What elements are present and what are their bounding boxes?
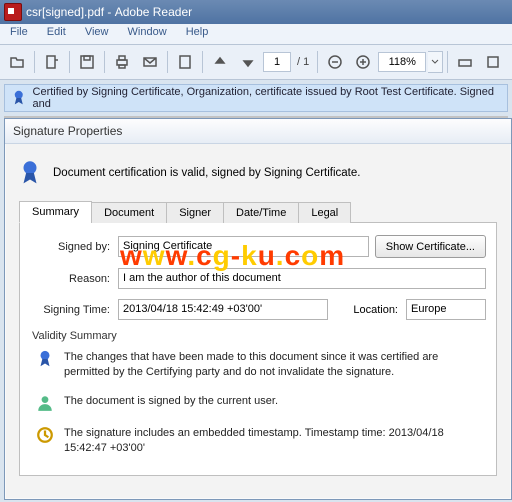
tab-document[interactable]: Document: [91, 202, 167, 223]
tab-signer[interactable]: Signer: [166, 202, 224, 223]
location-field[interactable]: Europe: [406, 299, 486, 320]
menu-edit[interactable]: Edit: [39, 24, 74, 40]
toolbar-separator: [202, 51, 203, 73]
validity-item: The document is signed by the current us…: [36, 394, 486, 412]
user-icon: [36, 394, 54, 412]
page-up-icon[interactable]: [207, 49, 233, 75]
certification-bar: Certified by Signing Certificate, Organi…: [4, 84, 508, 112]
validity-item-text: The signature includes an embedded times…: [64, 426, 486, 456]
titlebar: csr[signed].pdf - Adobe Reader: [0, 0, 512, 24]
title-document: csr[signed].pdf: [26, 5, 104, 19]
validity-item-text: The document is signed by the current us…: [64, 394, 278, 409]
signing-time-label: Signing Time:: [30, 304, 110, 316]
certification-text: Certified by Signing Certificate, Organi…: [33, 86, 501, 110]
tab-panel-summary: Signed by: Signing Certificate Show Cert…: [19, 223, 497, 476]
validity-item-text: The changes that have been made to this …: [64, 350, 486, 380]
mail-icon[interactable]: [137, 49, 163, 75]
title-app: Adobe Reader: [115, 5, 192, 19]
reason-field[interactable]: I am the author of this document: [118, 268, 486, 289]
menu-view[interactable]: View: [77, 24, 117, 40]
menu-help[interactable]: Help: [178, 24, 217, 40]
signed-by-label: Signed by:: [30, 241, 110, 253]
tab-summary[interactable]: Summary: [19, 201, 92, 223]
toolbar: 1 / 1 118%: [0, 45, 512, 80]
save-icon[interactable]: [74, 49, 100, 75]
tab-datetime[interactable]: Date/Time: [223, 202, 299, 223]
menu-window[interactable]: Window: [120, 24, 175, 40]
location-label: Location:: [338, 304, 398, 316]
signed-by-field[interactable]: Signing Certificate: [118, 236, 369, 257]
clock-icon: [36, 426, 54, 444]
page-thumbnails-icon[interactable]: [172, 49, 198, 75]
zoom-in-icon[interactable]: [350, 49, 376, 75]
validity-summary-title: Validity Summary: [32, 330, 486, 342]
zoom-dropdown-icon[interactable]: [428, 51, 443, 73]
toolbar-separator: [69, 51, 70, 73]
menubar: File Edit View Window Help: [0, 24, 512, 45]
tab-legal[interactable]: Legal: [298, 202, 351, 223]
page-number-input[interactable]: 1: [263, 52, 291, 72]
menu-file[interactable]: File: [2, 24, 36, 40]
reason-label: Reason:: [30, 273, 110, 285]
export-pdf-icon[interactable]: [39, 49, 65, 75]
tabs: Summary Document Signer Date/Time Legal: [19, 200, 497, 223]
toolbar-separator: [34, 51, 35, 73]
signing-time-field[interactable]: 2013/04/18 15:42:49 +03'00': [118, 299, 328, 320]
validity-item: The signature includes an embedded times…: [36, 426, 486, 456]
page-down-icon[interactable]: [235, 49, 261, 75]
show-certificate-button[interactable]: Show Certificate...: [375, 235, 486, 258]
dialog-title: Signature Properties: [5, 119, 511, 144]
toolbar-separator: [104, 51, 105, 73]
certification-message-text: Document certification is valid, signed …: [53, 167, 360, 179]
page-total-label: / 1: [297, 56, 309, 68]
toolbar-separator: [447, 51, 448, 73]
ribbon-icon: [19, 160, 41, 186]
zoom-value[interactable]: 118%: [378, 52, 426, 72]
ribbon-icon: [11, 90, 27, 106]
tool-a-icon[interactable]: [452, 49, 478, 75]
print-icon[interactable]: [109, 49, 135, 75]
certification-message: Document certification is valid, signed …: [19, 160, 497, 186]
zoom-out-icon[interactable]: [322, 49, 348, 75]
tool-b-icon[interactable]: [480, 49, 506, 75]
validity-item: The changes that have been made to this …: [36, 350, 486, 380]
app-icon: [4, 3, 22, 21]
app-window: csr[signed].pdf - Adobe Reader File Edit…: [0, 0, 512, 502]
signature-properties-dialog: Signature Properties Document certificat…: [4, 118, 512, 500]
toolbar-separator: [317, 51, 318, 73]
ribbon-icon: [36, 350, 54, 368]
open-icon[interactable]: [4, 49, 30, 75]
toolbar-separator: [167, 51, 168, 73]
title-sep: -: [104, 5, 115, 19]
